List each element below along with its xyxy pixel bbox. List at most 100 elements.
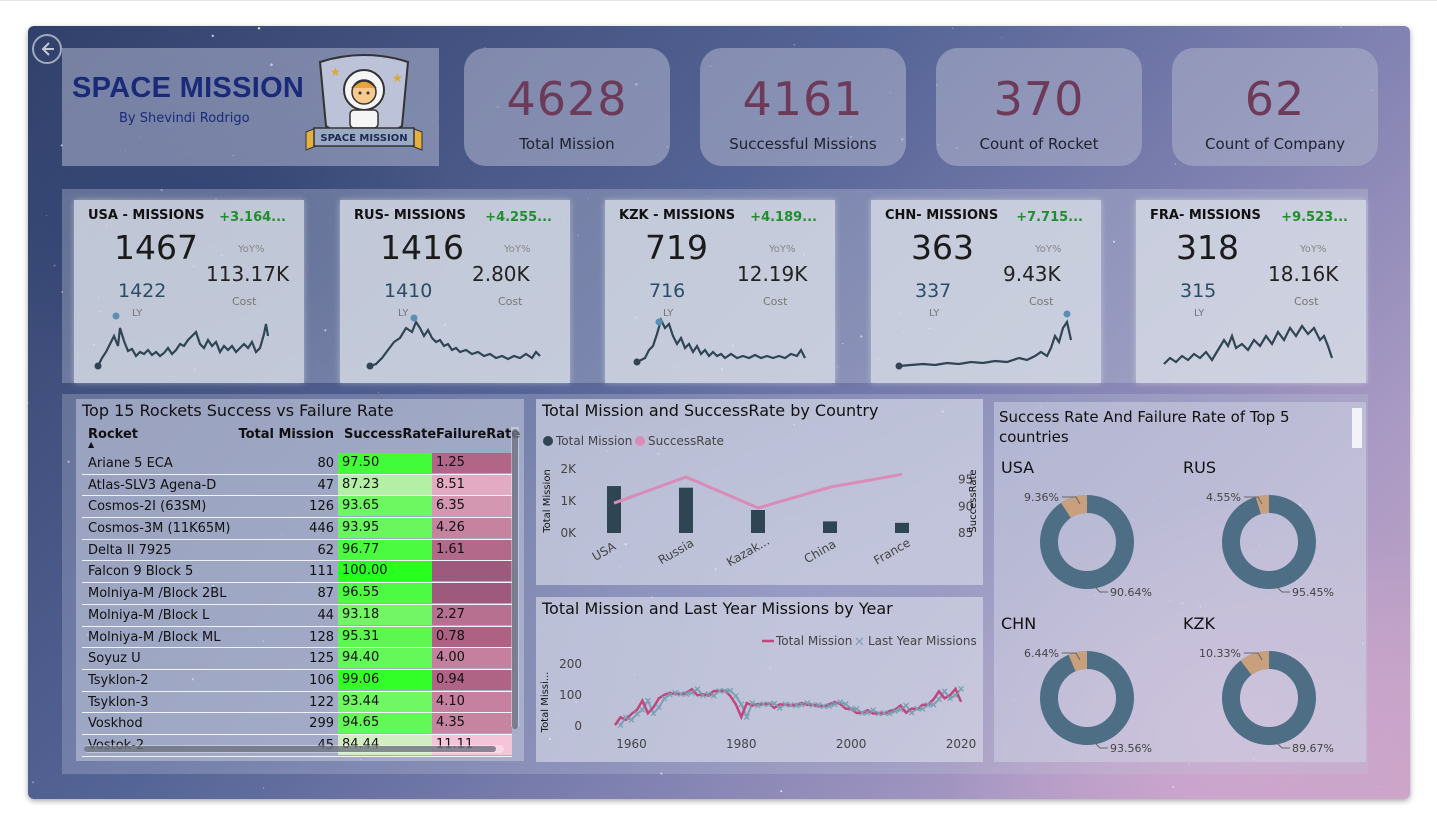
success-rate-cell: 93.65 [338, 496, 432, 517]
missions-value: 318 [1176, 228, 1239, 267]
cost-value: 113.17K [206, 262, 290, 286]
star [28, 401, 29, 404]
col-header-total-mission[interactable]: Total Mission [238, 427, 334, 442]
sort-ascending-icon[interactable]: ▲ [88, 440, 94, 449]
success-rate-cell: 95.31 [338, 626, 432, 647]
table-row[interactable]: Soyuz U 125 94.40 4.00 [82, 648, 512, 670]
yoy-value: +9.523... [1281, 210, 1348, 225]
missions-value: 363 [911, 228, 974, 267]
rocket-cell: Molniya-M /Block 2BL [88, 586, 227, 602]
y-axis-title: Total Mission [542, 469, 553, 534]
failure-rate-label: 10.33% [1199, 647, 1241, 660]
success-rate-cell: 94.65 [338, 713, 432, 734]
star [1001, 36, 1003, 38]
table-vertical-scrollbar[interactable] [511, 427, 519, 729]
sparkline-kzk [633, 316, 806, 366]
success-rate-cell: 97.50 [338, 453, 432, 473]
failure-rate-cell: 4.35 [432, 713, 512, 734]
rocket-cell: Cosmos-2I (63SM) [88, 499, 207, 515]
bar-kazak [751, 509, 765, 533]
legend-marker-total-mission [543, 436, 553, 446]
card-title: FRA- MISSIONS [1150, 208, 1261, 223]
y-tick-label: 2K [560, 462, 577, 476]
table-row[interactable]: Tsyklon-3 122 93.44 4.10 [82, 691, 512, 714]
x-tick-label: 2000 [836, 737, 867, 751]
star [211, 34, 214, 38]
y2-axis-title: SuccessRate [968, 469, 979, 532]
success-rate-cell: 99.06 [338, 669, 432, 690]
table-row[interactable]: Molniya-M /Block L 44 93.18 2.27 [82, 604, 512, 627]
bar-china [823, 521, 837, 533]
star [1380, 29, 1382, 31]
country-card-usa[interactable]: USA - MISSIONS +3.164... 1467 YoY% 113.1… [74, 200, 304, 383]
x-tick-label: Russia [656, 536, 696, 567]
table-horizontal-scrollbar[interactable] [84, 745, 504, 753]
scrollbar-thumb[interactable] [84, 746, 496, 752]
col-header-rocket[interactable]: Rocket [88, 427, 138, 442]
table-row[interactable]: Cosmos-3M (11K65M) 446 93.95 4.26 [82, 518, 512, 540]
back-icon[interactable] [32, 34, 62, 64]
donut-rus[interactable]: RUS 4.55% 95.45% [1178, 456, 1360, 606]
table-row[interactable]: Delta II 7925 62 96.77 1.61 [82, 539, 512, 562]
chart-title: Total Mission and Last Year Missions by … [542, 599, 893, 618]
scrollbar-thumb[interactable] [512, 429, 518, 729]
total-mission-cell: 122 [309, 694, 334, 710]
x-tick-label: China [802, 537, 839, 566]
svg-text:★: ★ [330, 65, 341, 79]
rockets-table-panel: Top 15 Rockets Success vs Failure Rate R… [76, 399, 524, 761]
x-tick-label: France [871, 535, 913, 567]
kpi-value: 62 [1244, 72, 1306, 126]
table-row[interactable]: Molniya-M /Block ML 128 95.31 0.78 [82, 626, 512, 649]
yoy-label: YoY% [504, 244, 531, 255]
donut-chart: 6.44% 93.56% [1024, 647, 1152, 755]
yoy-value: +4.255... [485, 210, 552, 225]
donut-kzk[interactable]: KZK 10.33% 89.67% [1178, 612, 1360, 762]
yoy-value: +3.164... [219, 210, 286, 225]
x-tick-label: Kazak... [724, 534, 772, 570]
x-tick-label: 1960 [616, 737, 647, 751]
failure-rate-cell: 2.27 [432, 604, 512, 625]
last-year-marker [908, 709, 915, 716]
country-card-kzk[interactable]: KZK - MISSIONS +4.189... 719 YoY% 12.19K… [605, 200, 835, 383]
legend-label-last-year: Last Year Missions [868, 634, 977, 648]
rocket-cell: Tsyklon-3 [88, 694, 149, 710]
yoy-label: YoY% [1035, 244, 1062, 255]
rocket-cell: Molniya-M /Block L [88, 607, 210, 623]
star [262, 787, 265, 789]
page-subtitle: By Shevindi Rodrigo [119, 111, 250, 126]
sparkline-fra [1163, 324, 1334, 365]
donut-success-slice [1040, 651, 1134, 745]
col-header-failure-rate[interactable]: FailureRate [436, 427, 520, 442]
rocket-cell: Delta II 7925 [88, 542, 172, 558]
donut-usa[interactable]: USA 9.36% 90.64% [996, 456, 1178, 606]
table-row[interactable]: Voskhod 299 94.65 4.35 [82, 713, 512, 735]
logo-lettering: SPACE MISSION [320, 133, 407, 144]
country-card-rus[interactable]: RUS- MISSIONS +4.255... 1416 YoY% 2.80K … [340, 200, 570, 383]
table-row[interactable]: Atlas-SLV3 Agena-D 47 87.23 8.51 [82, 474, 512, 497]
table-row[interactable]: Tsyklon-2 106 99.06 0.94 [82, 669, 512, 692]
table-row[interactable]: Ariane 5 ECA 80 97.50 1.25 [82, 453, 512, 475]
country-card-fra[interactable]: FRA- MISSIONS +9.523... 318 YoY% 18.16K … [1136, 200, 1366, 383]
success-rate-cell: 87.23 [338, 474, 432, 495]
success-rate-label: 95.45% [1292, 586, 1334, 599]
country-chart-panel: Total Mission and SuccessRate by Country… [536, 399, 983, 585]
donut-chn[interactable]: CHN 6.44% 93.56% [996, 612, 1178, 762]
yoy-value: +7.715... [1016, 210, 1083, 225]
bar-france [895, 522, 909, 533]
sparkline-usa [94, 312, 270, 370]
table-row[interactable]: Molniya-M /Block 2BL 87 96.55 [82, 583, 512, 605]
table-row[interactable]: Falcon 9 Block 5 111 100.00 [82, 561, 512, 584]
donut-panel-scrollbar[interactable] [1352, 408, 1362, 448]
success-rate-cell: 93.44 [338, 691, 432, 712]
kpi-value: 370 [993, 72, 1085, 126]
last-year-marker [958, 685, 964, 692]
failure-rate-label: 6.44% [1024, 647, 1059, 660]
top-divider [0, 0, 1437, 1]
yoy-label: YoY% [769, 244, 796, 255]
table-row[interactable]: Cosmos-2I (63SM) 126 93.65 6.35 [82, 496, 512, 519]
col-header-success-rate[interactable]: SuccessRate [344, 427, 436, 442]
failure-rate-label: 4.55% [1206, 491, 1241, 504]
failure-rate-cell [432, 561, 512, 582]
country-card-chn[interactable]: CHN- MISSIONS +7.715... 363 YoY% 9.43K C… [871, 200, 1101, 383]
table-header: Rocket ▲ Total Mission SuccessRate Failu… [82, 427, 520, 451]
